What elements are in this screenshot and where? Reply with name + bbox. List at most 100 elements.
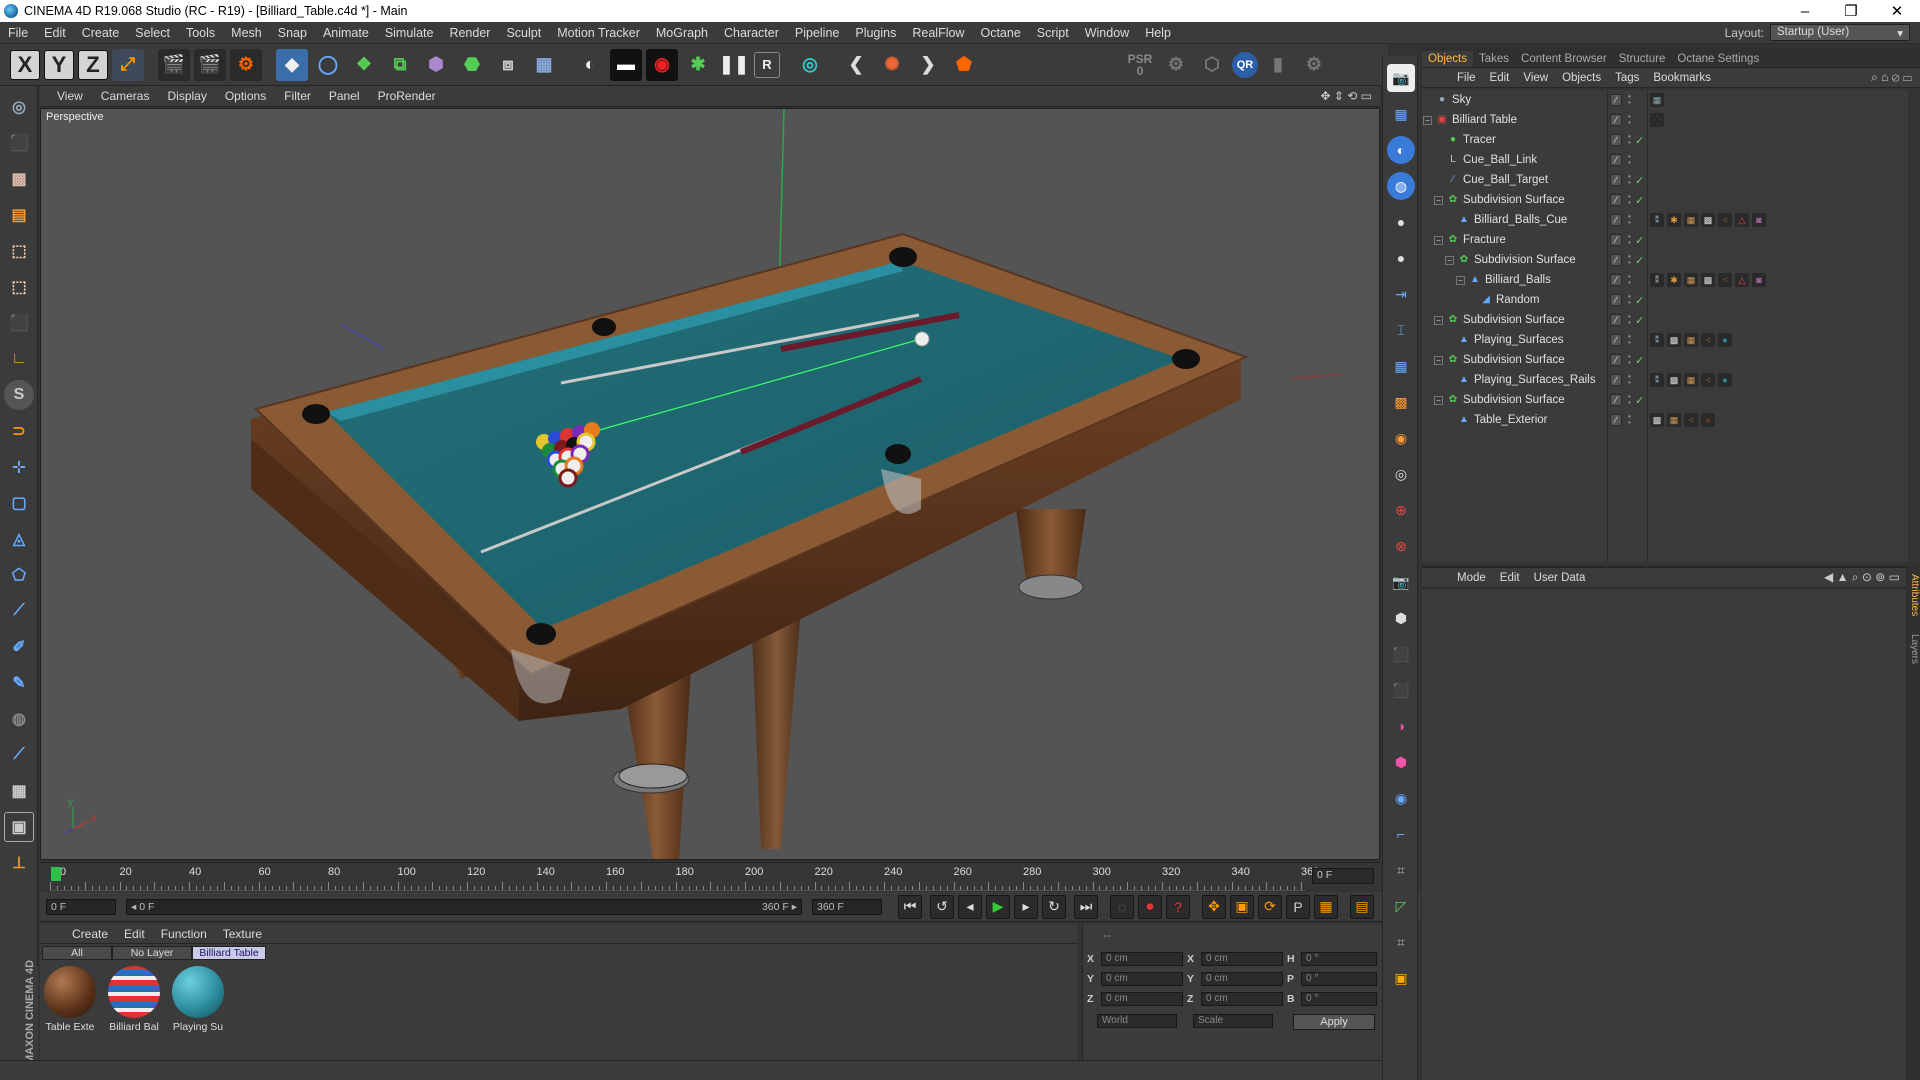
object-row[interactable]: − ✿ Subdivision Surface ⁄ • • ✓ bbox=[1422, 250, 1908, 270]
edges-mode-icon[interactable]: ⬚ bbox=[4, 272, 34, 302]
filter-billiard-table[interactable]: Billiard Table bbox=[192, 946, 266, 960]
menu-snap[interactable]: Snap bbox=[270, 26, 315, 40]
max-frame-input[interactable]: 360 F bbox=[812, 898, 882, 915]
fog-icon[interactable]: ⬛ bbox=[1387, 640, 1415, 668]
subdivision-surface-icon[interactable]: ❖ bbox=[348, 49, 380, 81]
gradient-sphere-icon[interactable]: ◑ bbox=[1387, 712, 1415, 740]
scene-object-icon[interactable]: ⬣ bbox=[456, 49, 488, 81]
make-editable-icon[interactable]: ◎ bbox=[4, 92, 34, 122]
preview-range-slider[interactable]: ◂ 0 F 360 F ▸ bbox=[126, 898, 802, 915]
polygons-mode-icon[interactable]: ⬛ bbox=[4, 308, 34, 338]
tab-content-browser[interactable]: Content Browser bbox=[1515, 51, 1613, 67]
pause-icon[interactable]: ❚❚ bbox=[718, 49, 750, 81]
object-tag-icon[interactable]: ◙ bbox=[1752, 273, 1766, 287]
enabled-check-icon[interactable]: ✓ bbox=[1635, 254, 1644, 267]
light-bulb-icon[interactable]: ◎ bbox=[1387, 460, 1415, 488]
tab-octane-settings[interactable]: Octane Settings bbox=[1671, 51, 1765, 67]
object-tag-icon[interactable]: ⁖ bbox=[1684, 413, 1698, 427]
object-row[interactable]: − ✿ Subdivision Surface ⁄ • • ✓ bbox=[1422, 310, 1908, 330]
side-tab-layers[interactable]: Layers bbox=[1906, 630, 1920, 668]
visibility-dots-icon[interactable]: • • bbox=[1628, 333, 1634, 347]
object-manager-search-icon[interactable]: ⌕ ⌂ ⊘ ▭ bbox=[1871, 70, 1912, 85]
snapping-icon[interactable]: S bbox=[4, 380, 34, 410]
key-parameter-icon[interactable]: P bbox=[1286, 894, 1310, 919]
live-selection-icon[interactable]: ⊹ bbox=[4, 452, 34, 482]
enabled-check-icon[interactable]: ✓ bbox=[1635, 354, 1644, 367]
previous-key-icon[interactable]: ↺ bbox=[930, 894, 954, 919]
menu-file[interactable]: File bbox=[0, 26, 36, 40]
layer-color-icon[interactable]: ⁄ bbox=[1610, 114, 1622, 126]
object-tag-icon[interactable]: ✱ bbox=[1667, 273, 1681, 287]
material-menu-create[interactable]: Create bbox=[64, 927, 116, 941]
layer-color-icon[interactable]: ⁄ bbox=[1610, 194, 1622, 206]
layer-color-icon[interactable]: ⁄ bbox=[1610, 354, 1622, 366]
object-name[interactable]: Sky bbox=[1452, 94, 1471, 106]
material-sphere-icon[interactable]: ⊗ bbox=[1387, 532, 1415, 560]
current-frame-input[interactable]: 0 F bbox=[46, 898, 116, 915]
object-tag-icon[interactable]: ✱ bbox=[1667, 213, 1681, 227]
target-icon[interactable]: ⊕ bbox=[1387, 496, 1415, 524]
layer-color-icon[interactable]: ⁄ bbox=[1610, 254, 1622, 266]
polygon-selection-icon[interactable]: ⬠ bbox=[4, 560, 34, 590]
expand-toggle-icon[interactable]: − bbox=[1456, 275, 1465, 285]
go-to-start-icon[interactable]: ⏮ bbox=[898, 894, 922, 919]
octane-live-viewer-icon[interactable]: ◐ bbox=[574, 49, 606, 81]
key-position-icon[interactable]: ✥ bbox=[1202, 894, 1226, 919]
target-circle-icon[interactable]: ◉ bbox=[1387, 784, 1415, 812]
layer-color-icon[interactable]: ⁄ bbox=[1610, 314, 1622, 326]
tab-structure[interactable]: Structure bbox=[1613, 51, 1672, 67]
object-name[interactable]: Subdivision Surface bbox=[1463, 194, 1565, 206]
visibility-dots-icon[interactable]: • • bbox=[1628, 413, 1634, 427]
material-menu-texture[interactable]: Texture bbox=[215, 927, 270, 941]
object-name[interactable]: Billiard Table bbox=[1452, 114, 1517, 126]
object-row[interactable]: − ✿ Subdivision Surface ⁄ • • ✓ bbox=[1422, 350, 1908, 370]
key-pla-icon[interactable]: ▦ bbox=[1314, 894, 1338, 919]
object-tag-icon[interactable]: ▩ bbox=[1667, 373, 1681, 387]
visibility-dots-icon[interactable]: • • bbox=[1628, 93, 1634, 107]
enabled-check-icon[interactable]: ✓ bbox=[1635, 174, 1644, 187]
size-z-field[interactable]: 0 cm bbox=[1201, 992, 1283, 1006]
grid-icon[interactable]: ▦ bbox=[1387, 100, 1415, 128]
layer-color-icon[interactable]: ⁄ bbox=[1610, 414, 1622, 426]
grid-plane-icon[interactable]: ▦ bbox=[1387, 352, 1415, 380]
cloner-icon[interactable]: ⧉ bbox=[384, 49, 416, 81]
object-row[interactable]: − ✿ Subdivision Surface ⁄ • • ✓ bbox=[1422, 390, 1908, 410]
enabled-check-icon[interactable]: ✓ bbox=[1635, 234, 1644, 247]
visibility-dots-icon[interactable]: • • bbox=[1628, 173, 1634, 187]
object-tag-icon[interactable]: ▩ bbox=[1701, 273, 1715, 287]
globe-icon[interactable]: ◉ bbox=[1387, 424, 1415, 452]
minimize-button[interactable]: – bbox=[1782, 3, 1828, 20]
go-to-end-icon[interactable]: ⏭ bbox=[1074, 894, 1098, 919]
hook-icon[interactable]: ⌐ bbox=[1387, 820, 1415, 848]
visibility-dots-icon[interactable]: • • bbox=[1628, 293, 1634, 307]
object-tag-icon[interactable]: ⁑ bbox=[1650, 213, 1664, 227]
menu-pipeline[interactable]: Pipeline bbox=[787, 26, 847, 40]
object-tag-icon[interactable]: ⁖ bbox=[1701, 373, 1715, 387]
material-menu-function[interactable]: Function bbox=[153, 927, 215, 941]
menu-mograph[interactable]: MoGraph bbox=[648, 26, 716, 40]
previous-arrow-icon[interactable]: ❮ bbox=[840, 49, 872, 81]
timeline-window-icon[interactable]: ▤ bbox=[1350, 894, 1374, 919]
object-row[interactable]: ⁄ Cue_Ball_Target ⁄ • • ✓ bbox=[1422, 170, 1908, 190]
object-name[interactable]: Billiard_Balls bbox=[1485, 274, 1551, 286]
viewport-menu-cameras[interactable]: Cameras bbox=[92, 89, 159, 103]
world-dropdown[interactable]: World bbox=[1097, 1014, 1177, 1028]
line-cut-icon[interactable]: ⟋ bbox=[4, 740, 34, 770]
grid-mesh-icon[interactable]: ▦ bbox=[4, 776, 34, 806]
position-z-field[interactable]: 0 cm bbox=[1101, 992, 1183, 1006]
object-row[interactable]: ● Tracer ⁄ • • ✓ bbox=[1422, 130, 1908, 150]
visibility-dots-icon[interactable]: • • bbox=[1628, 373, 1634, 387]
object-row[interactable]: ▲ Billiard_Balls_Cue ⁄ • • ⁑ ✱ ▦ ▩ ⁖ △ ◙ bbox=[1422, 210, 1908, 230]
octane-material-icon[interactable]: ✱ bbox=[682, 49, 714, 81]
next-frame-icon[interactable]: ▸ bbox=[1014, 894, 1038, 919]
viewport-navigation-icons[interactable]: ✥ ⇕ ⟲ ▭ bbox=[1320, 89, 1372, 103]
x-axis-lock-button[interactable]: X bbox=[10, 49, 40, 80]
visibility-dots-icon[interactable]: • • bbox=[1628, 353, 1634, 367]
object-row[interactable]: ● Sky ⁄ • • ▦ bbox=[1422, 90, 1908, 110]
enabled-check-icon[interactable]: ✓ bbox=[1635, 294, 1644, 307]
scatter-icon[interactable]: ⬢ bbox=[1387, 748, 1415, 776]
texture-mode-icon[interactable]: ▩ bbox=[4, 164, 34, 194]
key-scale-icon[interactable]: ▣ bbox=[1230, 894, 1254, 919]
enabled-check-icon[interactable]: ✓ bbox=[1635, 194, 1644, 207]
apply-button[interactable]: Apply bbox=[1293, 1014, 1375, 1030]
